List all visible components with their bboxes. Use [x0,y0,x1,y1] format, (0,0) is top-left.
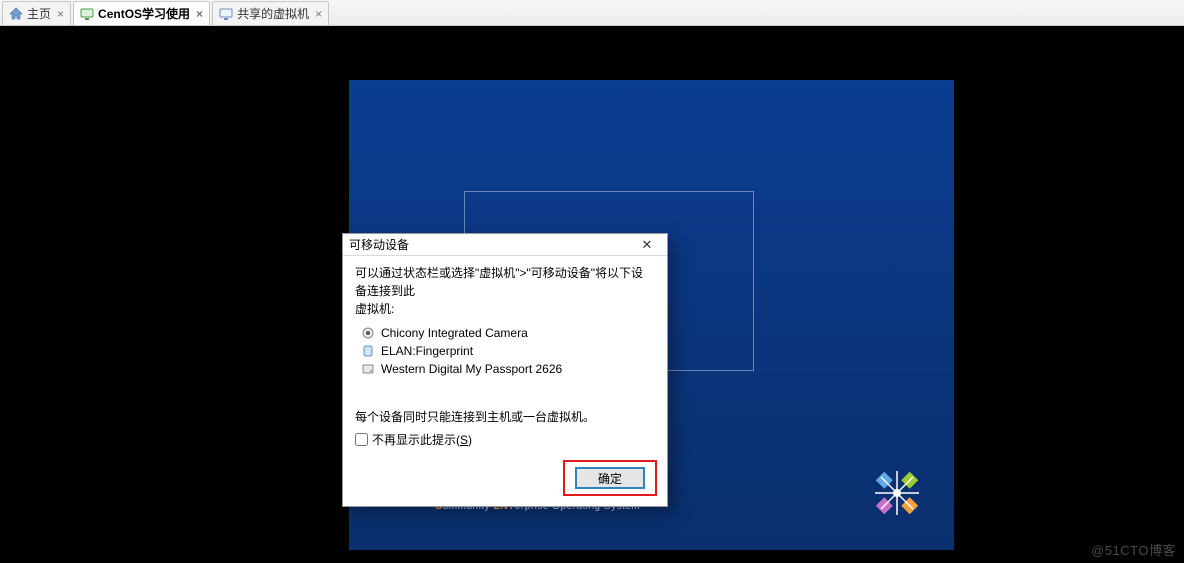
tab-bar: 主页 × CentOS学习使用 × 共享的虚拟机 × [0,0,1184,26]
tab-label: CentOS学习使用 [98,5,190,22]
tab-shared-vm[interactable]: 共享的虚拟机 × [212,1,329,25]
list-item: ELAN:Fingerprint [361,342,655,360]
list-item: Chicony Integrated Camera [361,324,655,342]
hdd-icon [361,362,375,376]
watermark: @51CTO博客 [1091,540,1176,559]
dialog-message: 可以通过状态栏或选择"虚拟机">"可移动设备"将以下设备连接到此 虚拟机: [355,264,655,318]
camera-icon [361,326,375,340]
vm-icon [80,7,94,21]
close-button[interactable]: ✕ [633,236,661,254]
dialog-body: 可以通过状态栏或选择"虚拟机">"可移动设备"将以下设备连接到此 虚拟机: Ch… [343,256,667,454]
close-icon[interactable]: × [315,8,322,20]
dont-show-again-checkbox[interactable]: 不再显示此提示(S) [355,431,655,448]
centos-logo-icon [870,466,924,520]
checkbox-input[interactable] [355,433,368,446]
dialog-buttons: 确定 [343,454,667,506]
checkbox-label: 不再显示此提示(S) [372,431,472,448]
list-item: Western Digital My Passport 2626 [361,360,655,378]
vm-viewport: CentOS 6 Community ENTerprise Operating … [0,26,1184,563]
dialog-foot-message: 每个设备同时只能连接到主机或一台虚拟机。 [355,408,655,425]
ok-highlight: 确定 [563,460,657,496]
device-name: ELAN:Fingerprint [381,344,473,358]
device-list: Chicony Integrated Camera ELAN:Fingerpri… [361,324,655,378]
tab-centos[interactable]: CentOS学习使用 × [73,1,210,25]
device-name: Chicony Integrated Camera [381,326,528,340]
shared-vm-icon [219,7,233,21]
removable-devices-dialog: 可移动设备 ✕ 可以通过状态栏或选择"虚拟机">"可移动设备"将以下设备连接到此… [342,233,668,507]
dialog-title: 可移动设备 [349,236,633,253]
tab-label: 共享的虚拟机 [237,5,309,22]
dialog-titlebar[interactable]: 可移动设备 ✕ [343,234,667,256]
close-icon[interactable]: × [57,8,64,20]
ok-button[interactable]: 确定 [575,467,645,489]
tab-home[interactable]: 主页 × [2,1,71,25]
home-icon [9,7,23,21]
close-icon[interactable]: × [196,8,203,20]
fingerprint-icon [361,344,375,358]
tab-label: 主页 [27,5,51,22]
device-name: Western Digital My Passport 2626 [381,362,562,376]
